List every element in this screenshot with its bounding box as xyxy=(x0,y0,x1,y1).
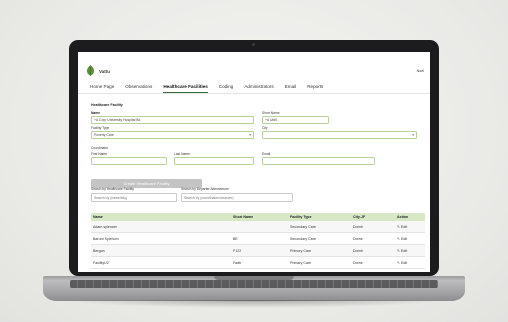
facility-type-value: Poverty Care xyxy=(94,133,114,137)
last-name-label: Last Name xyxy=(174,152,190,156)
column-header-city[interactable]: City-JF xyxy=(351,213,395,221)
short-name-label: Short Name xyxy=(262,111,280,115)
laptop-shadow xyxy=(60,300,448,308)
edit-button[interactable]: ✎ Edit xyxy=(395,221,425,232)
coordinator-title: Coordinator xyxy=(91,146,109,150)
search-coordinator-input[interactable]: Search by (coordinator/observer) xyxy=(181,193,293,202)
chevron-down-icon: ▾ xyxy=(412,133,414,137)
column-header-name[interactable]: Name xyxy=(91,213,231,221)
table-row[interactable]: Adam sylenam Secondary Care Dornti ✎ Edi… xyxy=(91,221,425,233)
pencil-icon: ✎ xyxy=(397,225,401,229)
pencil-icon: ✎ xyxy=(397,261,401,265)
facility-type-label: Facility Type xyxy=(91,126,110,130)
nav-coding[interactable]: Coding xyxy=(219,83,234,93)
cell-facility-type: Primary Care xyxy=(290,261,312,265)
cell-name: Barunt Sylehom xyxy=(93,237,119,241)
facility-type-select[interactable]: Poverty Care ▾ xyxy=(91,131,254,139)
name-field[interactable]: +A Corp University Hospital Bk xyxy=(91,116,254,124)
edit-label: Edit xyxy=(401,225,408,229)
city-select[interactable]: ▾ xyxy=(262,131,417,139)
short-name-field[interactable]: +A Ukt5 xyxy=(262,116,329,124)
nav-observations[interactable]: Observations xyxy=(125,83,152,93)
search-coordinator-label: Search by Departer Administrum xyxy=(181,187,229,191)
cell-city: Dorne xyxy=(353,237,363,241)
camera-icon xyxy=(252,43,255,46)
email-field[interactable] xyxy=(262,157,375,165)
cell-facility-type: Primory Care xyxy=(290,249,312,253)
cell-facility-type: Secondary Care xyxy=(290,225,316,229)
app-brand: Vattu xyxy=(99,69,111,74)
cell-short-name xyxy=(231,221,288,232)
edit-label: Edit xyxy=(401,249,408,253)
laptop-keyboard xyxy=(70,280,438,288)
cell-short-name: Fadb xyxy=(233,261,242,265)
user-menu[interactable]: Noel xyxy=(417,69,424,73)
name-label: Name xyxy=(91,111,100,115)
table-row[interactable]: Bergon F122 Primory Care Dornti ✎ Edit xyxy=(91,245,425,257)
pencil-icon: ✎ xyxy=(397,249,401,253)
cell-name: Adam sylenam xyxy=(93,225,117,229)
nav-administrators[interactable]: Administrators xyxy=(244,83,273,93)
city-label: City xyxy=(262,126,268,130)
nav-email[interactable]: Email xyxy=(285,83,297,93)
cell-short-name: F122 xyxy=(233,249,242,253)
table-row[interactable]: FacilityU2 Fadb Primary Care Dorne ✎ Edi… xyxy=(91,257,425,269)
main-nav: Home Page Observations Healthcare Facili… xyxy=(90,83,323,93)
pencil-icon: ✎ xyxy=(397,237,401,241)
column-header-action: Action xyxy=(397,215,409,219)
cell-city: Dornti xyxy=(353,225,363,229)
cell-name: Bergon xyxy=(93,249,105,253)
chevron-down-icon: ▾ xyxy=(249,133,251,137)
cell-short-name: BE xyxy=(233,237,238,241)
table-body: Adam sylenam Secondary Care Dornti ✎ Edi… xyxy=(91,221,425,269)
cell-name: FacilityU2 xyxy=(93,261,109,265)
section-title: Healthcare Facility xyxy=(91,103,123,107)
search-facility-label: Search by Healthcare Facility xyxy=(91,187,134,191)
edit-button[interactable]: ✎ Edit xyxy=(395,233,425,244)
last-name-field[interactable] xyxy=(174,157,254,165)
top-bar: Vattu Noel xyxy=(78,52,430,82)
cell-facility-type: Secondary Care xyxy=(290,237,316,241)
leaf-logo-icon xyxy=(86,65,95,76)
column-header-short-name[interactable]: Short Name xyxy=(231,213,288,221)
laptop-hinge-notch xyxy=(214,276,294,280)
cell-city: Dorne xyxy=(353,261,363,265)
table-row[interactable]: Barunt Sylehom BE Secondary Care Dorne ✎… xyxy=(91,233,425,245)
table-header: Name Short Name Facility Type City-JF Ac… xyxy=(91,213,425,221)
edit-label: Edit xyxy=(401,237,408,241)
first-name-field[interactable] xyxy=(91,157,167,165)
cell-city: Dornti xyxy=(353,249,363,253)
edit-label: Edit xyxy=(401,261,408,265)
nav-reports[interactable]: Reports xyxy=(307,83,323,93)
column-header-facility-type[interactable]: Facility Type xyxy=(288,213,351,221)
nav-home[interactable]: Home Page xyxy=(90,83,114,93)
email-label: Email xyxy=(262,152,271,156)
edit-button[interactable]: ✎ Edit xyxy=(395,245,425,256)
facilities-table: Name Short Name Facility Type City-JF Ac… xyxy=(91,213,425,269)
first-name-label: First Name xyxy=(91,152,108,156)
nav-healthcare-facilities[interactable]: Healthcare Facilities xyxy=(163,83,208,93)
edit-button[interactable]: ✎ Edit xyxy=(395,257,425,268)
search-facility-input[interactable]: Search by (name/bity) xyxy=(91,193,177,202)
laptop-screen: Vattu Noel Home Page Observations Health… xyxy=(78,52,430,272)
nav-divider xyxy=(78,93,430,94)
